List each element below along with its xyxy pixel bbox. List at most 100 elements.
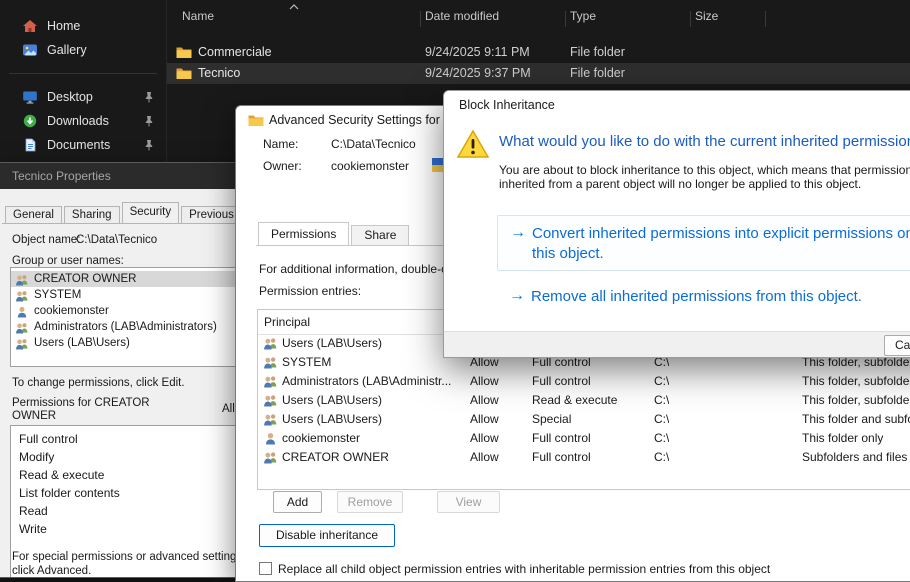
column-divider[interactable] xyxy=(565,11,566,27)
column-divider[interactable] xyxy=(690,11,691,27)
tab-general[interactable]: General xyxy=(5,206,62,223)
sidebar-item-label: Desktop xyxy=(47,90,93,104)
tab-security[interactable]: Security xyxy=(122,202,180,223)
permissions-for-label: Permissions for CREATOR OWNER xyxy=(12,397,162,423)
entry-row[interactable]: Administrators (LAB\Administr... Allow F… xyxy=(258,372,910,391)
entry-applies-to: Subfolders and files only xyxy=(802,448,910,467)
name-value: C:\Data\Tecnico xyxy=(331,137,416,151)
entry-type: Allow xyxy=(470,410,499,429)
list-item-system[interactable]: SYSTEM xyxy=(11,287,241,303)
entry-row[interactable]: CREATOR OWNER Allow Full control C:\ Sub… xyxy=(258,448,910,467)
column-header-principal[interactable]: Principal xyxy=(264,310,310,334)
entry-principal: SYSTEM xyxy=(282,353,464,372)
group-icon xyxy=(263,450,278,464)
column-divider[interactable] xyxy=(420,11,421,27)
column-header-name[interactable]: Name xyxy=(182,9,214,23)
pin-icon xyxy=(144,139,154,151)
documents-icon xyxy=(22,138,38,152)
group-icon xyxy=(15,273,29,286)
sidebar-item-gallery[interactable]: Gallery xyxy=(0,38,166,62)
permission-read-execute[interactable]: Read & execute xyxy=(11,466,241,484)
list-item-administrators[interactable]: Administrators (LAB\Administrators) xyxy=(11,319,241,335)
file-row-commerciale[interactable]: Commerciale 9/24/2025 9:11 PM File folde… xyxy=(167,42,910,63)
entry-inherited-from: C:\ xyxy=(654,429,669,448)
pin-icon xyxy=(144,115,154,127)
entry-row[interactable]: Users (LAB\Users) Allow Special C:\ This… xyxy=(258,410,910,429)
sidebar-item-label: Downloads xyxy=(47,114,109,128)
entry-type: Allow xyxy=(470,372,499,391)
list-item-creator-owner[interactable]: CREATOR OWNER xyxy=(11,271,241,287)
downloads-icon xyxy=(22,114,38,128)
file-list-header: Name Date modified Type Size xyxy=(167,0,910,33)
remove-button[interactable]: Remove xyxy=(337,491,403,513)
sidebar-item-downloads[interactable]: Downloads xyxy=(0,109,166,133)
entry-inherited-from: C:\ xyxy=(654,372,669,391)
sidebar-item-home[interactable]: Home xyxy=(0,14,166,38)
permission-full-control[interactable]: Full control xyxy=(11,430,241,448)
entry-applies-to: This folder and subfolders xyxy=(802,410,910,429)
list-item-users[interactable]: Users (LAB\Users) xyxy=(11,335,241,351)
entry-access: Full control xyxy=(532,448,591,467)
tab-sharing[interactable]: Sharing xyxy=(64,206,120,223)
permission-list-folder-contents[interactable]: List folder contents xyxy=(11,484,241,502)
dialog-titlebar[interactable]: Tecnico Properties xyxy=(0,163,240,189)
replace-permissions-checkbox[interactable] xyxy=(259,562,272,575)
column-divider[interactable] xyxy=(765,11,766,27)
add-button[interactable]: Add xyxy=(273,491,322,513)
permission-read[interactable]: Read xyxy=(11,502,241,520)
dialog-titlebar[interactable]: Block Inheritance xyxy=(444,91,910,119)
disable-inheritance-button[interactable]: Disable inheritance xyxy=(259,524,395,547)
tab-previous-versions[interactable]: Previous Versions xyxy=(181,206,241,223)
permission-entries-label: Permission entries: xyxy=(259,284,361,298)
file-date-modified: 9/24/2025 9:11 PM xyxy=(425,42,530,63)
principal-name: cookiemonster xyxy=(34,305,109,317)
arrow-icon: → xyxy=(510,223,526,243)
warning-icon xyxy=(456,129,490,159)
dialog-footer: Cancel xyxy=(444,331,910,358)
entry-access: Read & execute xyxy=(532,391,617,410)
file-row-tecnico[interactable]: Tecnico 9/24/2025 9:37 PM File folder xyxy=(167,63,910,84)
remove-option-text: Remove all inherited permissions from th… xyxy=(531,287,862,307)
convert-permissions-command-link[interactable]: → Convert inherited permissions into exp… xyxy=(497,215,910,271)
folder-icon xyxy=(176,46,192,59)
arrow-icon: → xyxy=(509,286,525,306)
permission-modify[interactable]: Modify xyxy=(11,448,241,466)
entry-row[interactable]: Users (LAB\Users) Allow Read & execute C… xyxy=(258,391,910,410)
gallery-icon xyxy=(22,43,38,57)
owner-value: cookiemonster xyxy=(331,159,409,173)
group-user-names-label: Group or user names: xyxy=(12,255,124,267)
group-icon xyxy=(263,355,278,369)
column-header-type[interactable]: Type xyxy=(570,9,596,23)
sidebar-item-desktop[interactable]: Desktop xyxy=(0,85,166,109)
group-icon xyxy=(15,289,29,302)
column-header-date-modified[interactable]: Date modified xyxy=(425,9,499,23)
entry-principal: Users (LAB\Users) xyxy=(282,334,464,353)
tab-page-border xyxy=(2,223,241,224)
view-button[interactable]: View xyxy=(437,491,500,513)
tab-share[interactable]: Share xyxy=(351,225,409,245)
list-item-cookiemonster[interactable]: cookiemonster xyxy=(11,303,241,319)
entry-applies-to: This folder, subfolders and files xyxy=(802,391,910,410)
cancel-button[interactable]: Cancel xyxy=(884,335,910,356)
file-name: Commerciale xyxy=(198,42,272,63)
group-icon xyxy=(15,321,29,334)
principal-name: Administrators (LAB\Administrators) xyxy=(34,321,217,333)
entry-principal: Users (LAB\Users) xyxy=(282,410,464,429)
column-header-size[interactable]: Size xyxy=(695,9,718,23)
permission-write[interactable]: Write xyxy=(11,520,241,538)
convert-option-line1: Convert inherited permissions into expli… xyxy=(532,224,910,244)
folder-icon xyxy=(176,67,192,80)
entry-principal: Users (LAB\Users) xyxy=(282,391,464,410)
entry-principal: cookiemonster xyxy=(282,429,464,448)
remove-permissions-command-link[interactable]: → Remove all inherited permissions from … xyxy=(497,285,910,309)
desktop-icon xyxy=(22,90,38,104)
tab-permissions[interactable]: Permissions xyxy=(258,222,349,245)
object-name-value: C:\Data\Tecnico xyxy=(76,234,157,246)
sidebar-item-label: Gallery xyxy=(47,43,87,57)
block-dialog-heading: What would you like to do with the curre… xyxy=(499,133,910,150)
name-label: Name: xyxy=(263,137,298,151)
block-dialog-body-line1: You are about to block inheritance to th… xyxy=(499,163,910,177)
sidebar-item-documents[interactable]: Documents xyxy=(0,133,166,157)
entry-access: Special xyxy=(532,410,571,429)
entry-row[interactable]: cookiemonster Allow Full control C:\ Thi… xyxy=(258,429,910,448)
